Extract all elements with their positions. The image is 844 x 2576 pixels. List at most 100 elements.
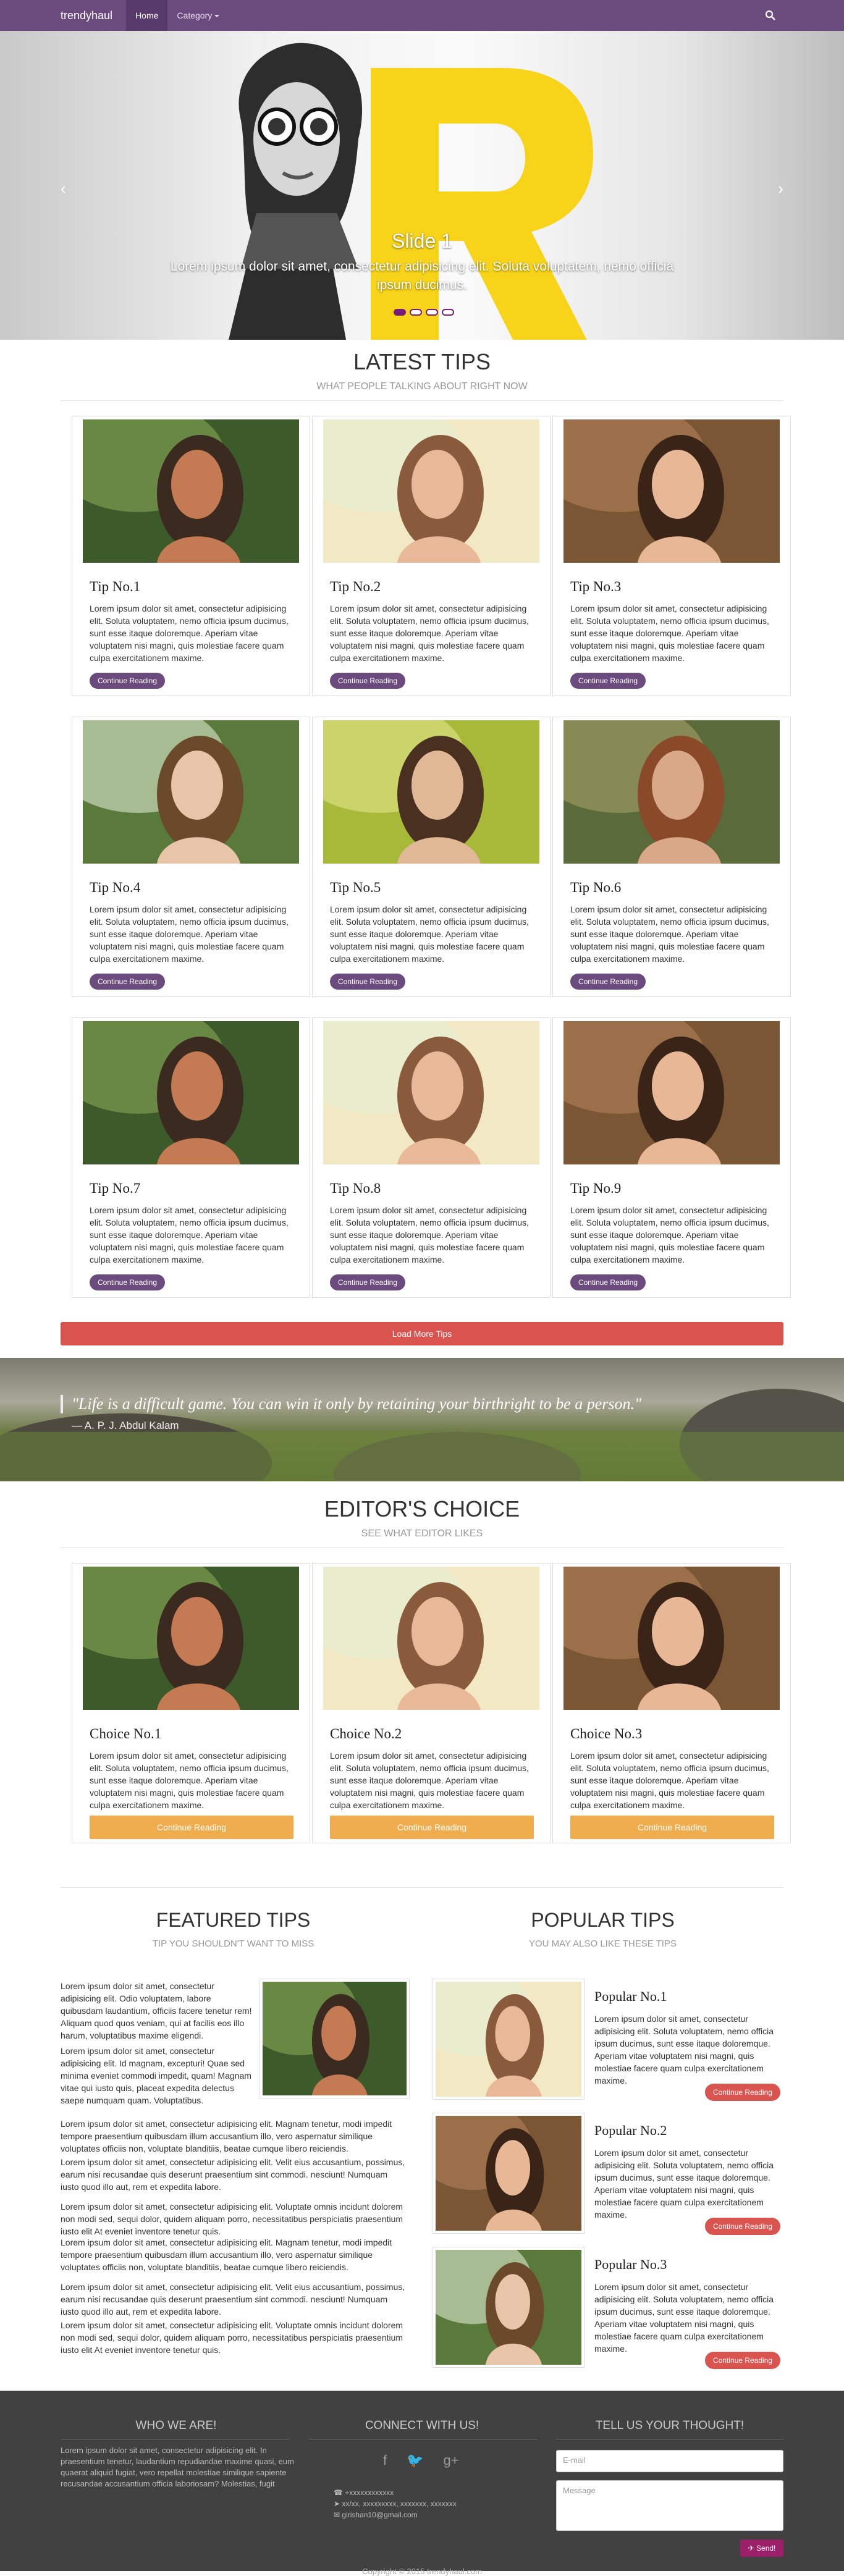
tip-title: Tip No.5 (330, 880, 381, 895)
footer-address-text: xx/xx, xxxxxxxxx, xxxxxxx, xxxxxxx (342, 2499, 457, 2508)
tip-card: Tip No.5 Lorem ipsum dolor sit amet, con… (312, 717, 551, 997)
continue-reading-button[interactable]: Continue Reading (90, 673, 165, 689)
search-icon[interactable] (765, 10, 776, 21)
photo-image (83, 1021, 299, 1164)
featured-paragraph: Lorem ipsum dolor sit amet, consectetur … (61, 2202, 403, 2236)
copyright: Copyright © 2015 trendyhaul.com (362, 2567, 482, 2576)
continue-reading-button[interactable]: Continue Reading (330, 974, 405, 990)
featured-subtitle: TIP YOU SHOULDN'T WANT TO MISS (152, 1938, 314, 1949)
social-links: f 🐦 g+ (383, 2452, 459, 2469)
featured-paragraph: Lorem ipsum dolor sit amet, consectetur … (61, 2320, 403, 2355)
continue-reading-button[interactable]: Continue Reading (705, 2084, 780, 2101)
email-icon: ✉ (334, 2511, 342, 2519)
footer: WHO WE ARE! Lorem ipsum dolor sit amet, … (0, 2391, 844, 2571)
email-field[interactable]: E-mail (556, 2450, 783, 2472)
choice-image[interactable] (323, 1567, 539, 1710)
tip-title: Tip No.6 (570, 880, 622, 895)
tip-image[interactable] (563, 1021, 780, 1164)
featured-paragraph: Lorem ipsum dolor sit amet, consectetur … (61, 2119, 392, 2153)
tip-image[interactable] (83, 720, 299, 864)
choice-text: Lorem ipsum dolor sit amet, consectetur … (90, 1751, 289, 1810)
carousel-indicator[interactable] (426, 309, 438, 316)
send-label: Send! (756, 2544, 776, 2553)
popular-image[interactable] (433, 2247, 584, 2368)
continue-reading-button[interactable]: Continue Reading (90, 1816, 293, 1839)
continue-reading-button[interactable]: Continue Reading (90, 974, 165, 990)
tip-text: Lorem ipsum dolor sit amet, consectetur … (90, 1205, 289, 1265)
send-button[interactable]: ✈ Send! (740, 2540, 783, 2557)
carousel-prev-icon[interactable]: ‹ (61, 179, 66, 198)
carousel-indicator[interactable] (442, 309, 454, 316)
brand-logo[interactable]: trendyhaul (61, 9, 112, 22)
continue-reading-button[interactable]: Continue Reading (330, 1274, 405, 1290)
tip-image[interactable] (323, 720, 539, 864)
photo-image (260, 1979, 407, 2095)
tip-image[interactable] (323, 419, 539, 563)
popular-text: Lorem ipsum dolor sit amet, consectetur … (594, 2014, 774, 2086)
photo-image (433, 2113, 581, 2231)
choice-text: Lorem ipsum dolor sit amet, consectetur … (330, 1751, 529, 1810)
continue-reading-button[interactable]: Continue Reading (570, 673, 646, 689)
photo-image (83, 419, 299, 563)
tip-title: Tip No.2 (330, 579, 381, 594)
popular-image[interactable] (433, 1979, 584, 2100)
photo-image (323, 1567, 539, 1710)
tip-image[interactable] (83, 419, 299, 563)
tip-title: Tip No.4 (90, 880, 141, 895)
popular-text: Lorem ipsum dolor sit amet, consectetur … (594, 2282, 774, 2354)
footer-email: ✉ girishan10@gmail.com (334, 2511, 418, 2519)
nav-category-label: Category (177, 11, 213, 20)
hero-caption: Slide 1 Lorem ipsum dolor sit amet, cons… (0, 230, 844, 295)
message-field[interactable]: Message (556, 2480, 783, 2531)
popular-title: Popular No.3 (594, 2257, 667, 2272)
phone-icon: ☎ (334, 2488, 345, 2497)
navbar: trendyhaul Home Category (0, 0, 844, 31)
photo-image (563, 720, 780, 864)
continue-reading-button[interactable]: Continue Reading (330, 1816, 534, 1839)
continue-reading-button[interactable]: Continue Reading (705, 2218, 780, 2235)
continue-reading-button[interactable]: Continue Reading (90, 1274, 165, 1290)
continue-reading-button[interactable]: Continue Reading (705, 2352, 780, 2369)
featured-image[interactable] (260, 1979, 410, 2098)
tip-image[interactable] (563, 419, 780, 563)
tip-title: Tip No.7 (90, 1181, 141, 1196)
load-more-button[interactable]: Load More Tips (61, 1322, 783, 1345)
editors-title: EDITOR'S CHOICE (324, 1496, 520, 1522)
quote-author: — A. P. J. Abdul Kalam (72, 1420, 179, 1431)
photo-image (563, 1567, 780, 1710)
continue-reading-button[interactable]: Continue Reading (570, 1274, 646, 1290)
carousel-indicator[interactable] (394, 309, 406, 316)
tip-image[interactable] (323, 1021, 539, 1164)
popular-item: Popular No.2 Lorem ipsum dolor sit amet,… (433, 2113, 794, 2236)
facebook-icon[interactable]: f (383, 2452, 387, 2469)
carousel-indicator[interactable] (410, 309, 422, 316)
choice-image[interactable] (563, 1567, 780, 1710)
google-plus-icon[interactable]: g+ (444, 2452, 459, 2469)
footer-phone: ☎ +xxxxxxxxxxxx (334, 2488, 394, 2497)
photo-image (433, 2247, 581, 2365)
carousel-next-icon[interactable]: › (778, 179, 783, 198)
choice-image[interactable] (83, 1567, 299, 1710)
tip-card: Tip No.7 Lorem ipsum dolor sit amet, con… (72, 1017, 310, 1298)
hero-carousel[interactable]: ‹ › Slide 1 Lorem ipsum dolor sit amet, … (0, 0, 844, 340)
continue-reading-button[interactable]: Continue Reading (570, 974, 646, 990)
nav-category-dropdown[interactable]: Category (167, 0, 229, 31)
continue-reading-button[interactable]: Continue Reading (570, 1816, 774, 1839)
continue-reading-button[interactable]: Continue Reading (330, 673, 405, 689)
tip-card: Tip No.1 Lorem ipsum dolor sit amet, con… (72, 416, 310, 696)
tip-card: Tip No.2 Lorem ipsum dolor sit amet, con… (312, 416, 551, 696)
popular-image[interactable] (433, 2113, 584, 2234)
nav-home[interactable]: Home (126, 0, 168, 31)
footer-who-title: WHO WE ARE! (135, 2419, 217, 2432)
tip-card: Tip No.3 Lorem ipsum dolor sit amet, con… (552, 416, 791, 696)
choice-title: Choice No.1 (90, 1726, 162, 1741)
choice-card: Choice No.3 Lorem ipsum dolor sit amet, … (552, 1563, 791, 1843)
choice-card: Choice No.2 Lorem ipsum dolor sit amet, … (312, 1563, 551, 1843)
popular-text: Lorem ipsum dolor sit amet, consectetur … (594, 2148, 774, 2220)
tip-text: Lorem ipsum dolor sit amet, consectetur … (90, 604, 289, 663)
tip-image[interactable] (563, 720, 780, 864)
twitter-icon[interactable]: 🐦 (407, 2452, 423, 2469)
editors-subtitle: SEE WHAT EDITOR LIKES (361, 1528, 483, 1539)
divider (61, 1547, 783, 1548)
tip-image[interactable] (83, 1021, 299, 1164)
